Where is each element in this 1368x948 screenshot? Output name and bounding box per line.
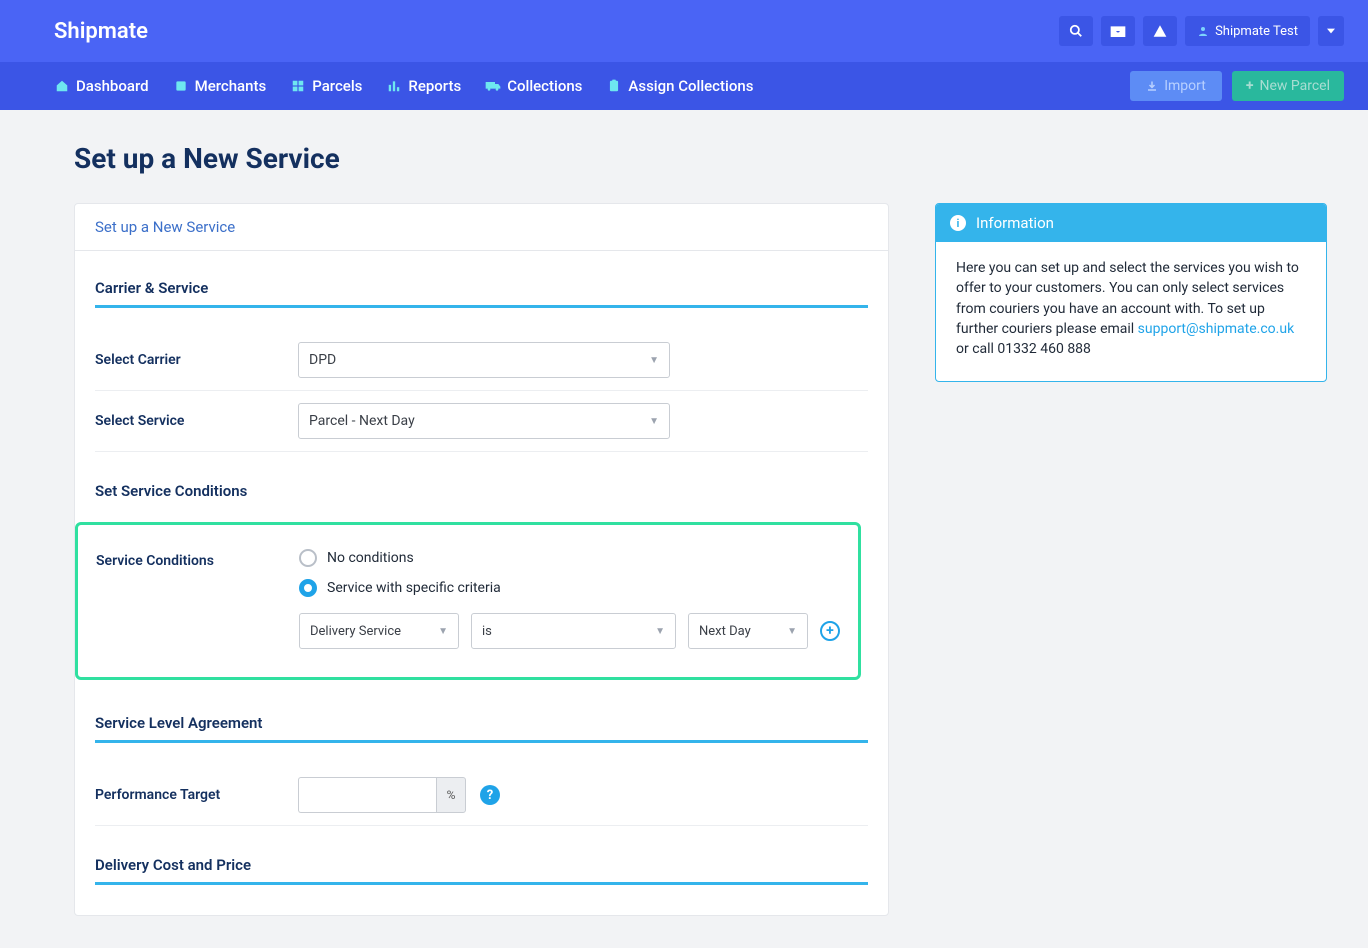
- truck-icon: [485, 78, 501, 94]
- page-title: Set up a New Service: [74, 142, 1294, 175]
- merchant-icon: [173, 78, 189, 94]
- criteria-op-select[interactable]: is ▼: [471, 613, 676, 649]
- nav-assign-collections[interactable]: Assign Collections: [606, 77, 753, 95]
- inbox-icon[interactable]: [1101, 16, 1135, 46]
- grid-icon: [290, 78, 306, 94]
- chevron-down-icon: ▼: [438, 626, 448, 637]
- chevron-down-icon: ▼: [649, 416, 659, 427]
- percent-addon: %: [436, 777, 466, 813]
- brand-logo[interactable]: Shipmate: [54, 19, 148, 44]
- info-body: Here you can set up and select the servi…: [936, 242, 1326, 381]
- section-carrier-service: Carrier & Service: [95, 269, 868, 308]
- home-icon: [54, 78, 70, 94]
- nav-parcels[interactable]: Parcels: [290, 77, 362, 95]
- performance-target-input[interactable]: [298, 777, 436, 813]
- alert-icon[interactable]: [1143, 16, 1177, 46]
- chevron-down-icon: ▼: [649, 355, 659, 366]
- service-conditions-label: Service Conditions: [96, 549, 299, 649]
- performance-target-label: Performance Target: [95, 787, 298, 803]
- info-icon: i: [950, 215, 966, 231]
- chart-icon: [386, 78, 402, 94]
- clipboard-icon: [606, 78, 622, 94]
- user-menu[interactable]: Shipmate Test: [1185, 16, 1310, 46]
- select-service[interactable]: Parcel - Next Day ▼: [298, 403, 670, 439]
- select-carrier-label: Select Carrier: [95, 352, 298, 368]
- panel-head: Set up a New Service: [75, 204, 888, 251]
- add-criteria-button[interactable]: +: [820, 621, 840, 641]
- chevron-down-icon: ▼: [655, 626, 665, 637]
- radio-icon: [299, 549, 317, 567]
- radio-checked-icon: [299, 579, 317, 597]
- user-label: Shipmate Test: [1215, 24, 1298, 39]
- select-carrier[interactable]: DPD ▼: [298, 342, 670, 378]
- info-title: Information: [976, 214, 1054, 232]
- search-icon[interactable]: [1059, 16, 1093, 46]
- nav-dashboard[interactable]: Dashboard: [54, 77, 149, 95]
- nav-collections[interactable]: Collections: [485, 77, 582, 95]
- plus-icon: +: [826, 623, 834, 639]
- section-set-conditions: Set Service Conditions: [95, 472, 868, 508]
- chevron-down-icon: ▼: [787, 626, 797, 637]
- nav-reports[interactable]: Reports: [386, 77, 461, 95]
- section-sla: Service Level Agreement: [95, 704, 868, 743]
- info-panel: i Information Here you can set up and se…: [935, 203, 1327, 382]
- select-service-label: Select Service: [95, 413, 298, 429]
- main-panel: Set up a New Service Carrier & Service S…: [74, 203, 889, 916]
- radio-specific-criteria[interactable]: Service with specific criteria: [299, 579, 840, 597]
- nav-merchants[interactable]: Merchants: [173, 77, 267, 95]
- section-delivery-cost: Delivery Cost and Price: [95, 846, 868, 885]
- user-caret-icon[interactable]: [1318, 16, 1344, 46]
- download-icon: [1146, 80, 1158, 92]
- new-parcel-button[interactable]: + New Parcel: [1232, 71, 1344, 101]
- radio-no-conditions[interactable]: No conditions: [299, 549, 840, 567]
- help-icon[interactable]: ?: [480, 785, 500, 805]
- plus-icon: +: [1246, 78, 1254, 94]
- criteria-value-select[interactable]: Next Day ▼: [688, 613, 808, 649]
- conditions-highlight: Service Conditions No conditions Service…: [75, 522, 861, 680]
- criteria-field-select[interactable]: Delivery Service ▼: [299, 613, 459, 649]
- import-button[interactable]: Import: [1130, 71, 1222, 101]
- support-email-link[interactable]: support@shipmate.co.uk: [1138, 321, 1295, 337]
